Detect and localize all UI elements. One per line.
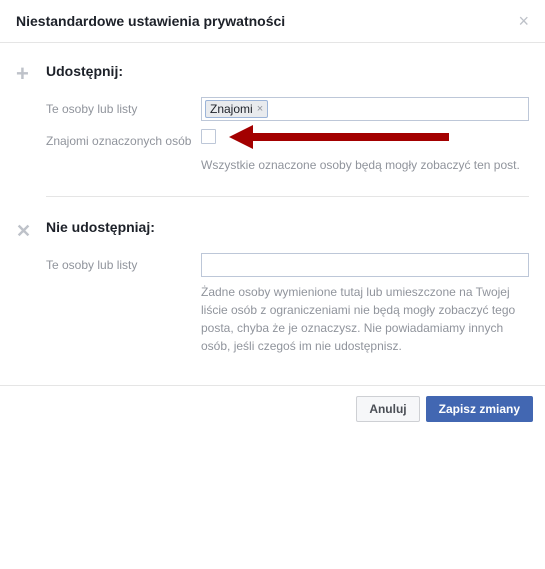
dont-share-section: Nie udostępniaj: Te osoby lub listy Żadn… (16, 219, 529, 355)
tagged-friends-checkbox[interactable] (201, 129, 216, 144)
plus-icon (16, 63, 46, 174)
privacy-dialog: Niestandardowe ustawienia prywatności × … (0, 0, 545, 432)
dialog-footer: Anuluj Zapisz zmiany (0, 385, 545, 432)
dont-share-title: Nie udostępniaj: (46, 219, 529, 235)
annotation-arrow (229, 125, 459, 149)
share-people-row: Te osoby lub listy Znajomi × (46, 97, 529, 121)
token-label: Znajomi (210, 102, 253, 116)
dont-share-people-input[interactable] (201, 253, 529, 277)
save-button[interactable]: Zapisz zmiany (426, 396, 533, 422)
dont-share-people-label: Te osoby lub listy (46, 253, 201, 274)
token-friends[interactable]: Znajomi × (205, 100, 268, 118)
share-tagged-label: Znajomi oznaczonych osób (46, 129, 201, 150)
dont-share-helper-text: Żadne osoby wymienione tutaj lub umieszc… (201, 283, 529, 355)
share-helper-text: Wszystkie oznaczone osoby będą mogły zob… (201, 156, 529, 174)
section-divider (46, 196, 529, 197)
share-title: Udostępnij: (46, 63, 529, 79)
share-people-label: Te osoby lub listy (46, 97, 201, 118)
share-section: Udostępnij: Te osoby lub listy Znajomi × (16, 63, 529, 174)
cancel-button[interactable]: Anuluj (356, 396, 419, 422)
close-icon[interactable]: × (518, 12, 529, 30)
dialog-body: Udostępnij: Te osoby lub listy Znajomi × (0, 43, 545, 355)
token-remove-icon[interactable]: × (257, 104, 263, 115)
share-tagged-row: Znajomi oznaczonych osób (46, 129, 529, 150)
dialog-title: Niestandardowe ustawienia prywatności (16, 13, 285, 29)
dialog-header: Niestandardowe ustawienia prywatności × (0, 0, 545, 43)
share-people-input[interactable]: Znajomi × (201, 97, 529, 121)
x-icon (16, 219, 46, 355)
dont-share-people-row: Te osoby lub listy (46, 253, 529, 277)
